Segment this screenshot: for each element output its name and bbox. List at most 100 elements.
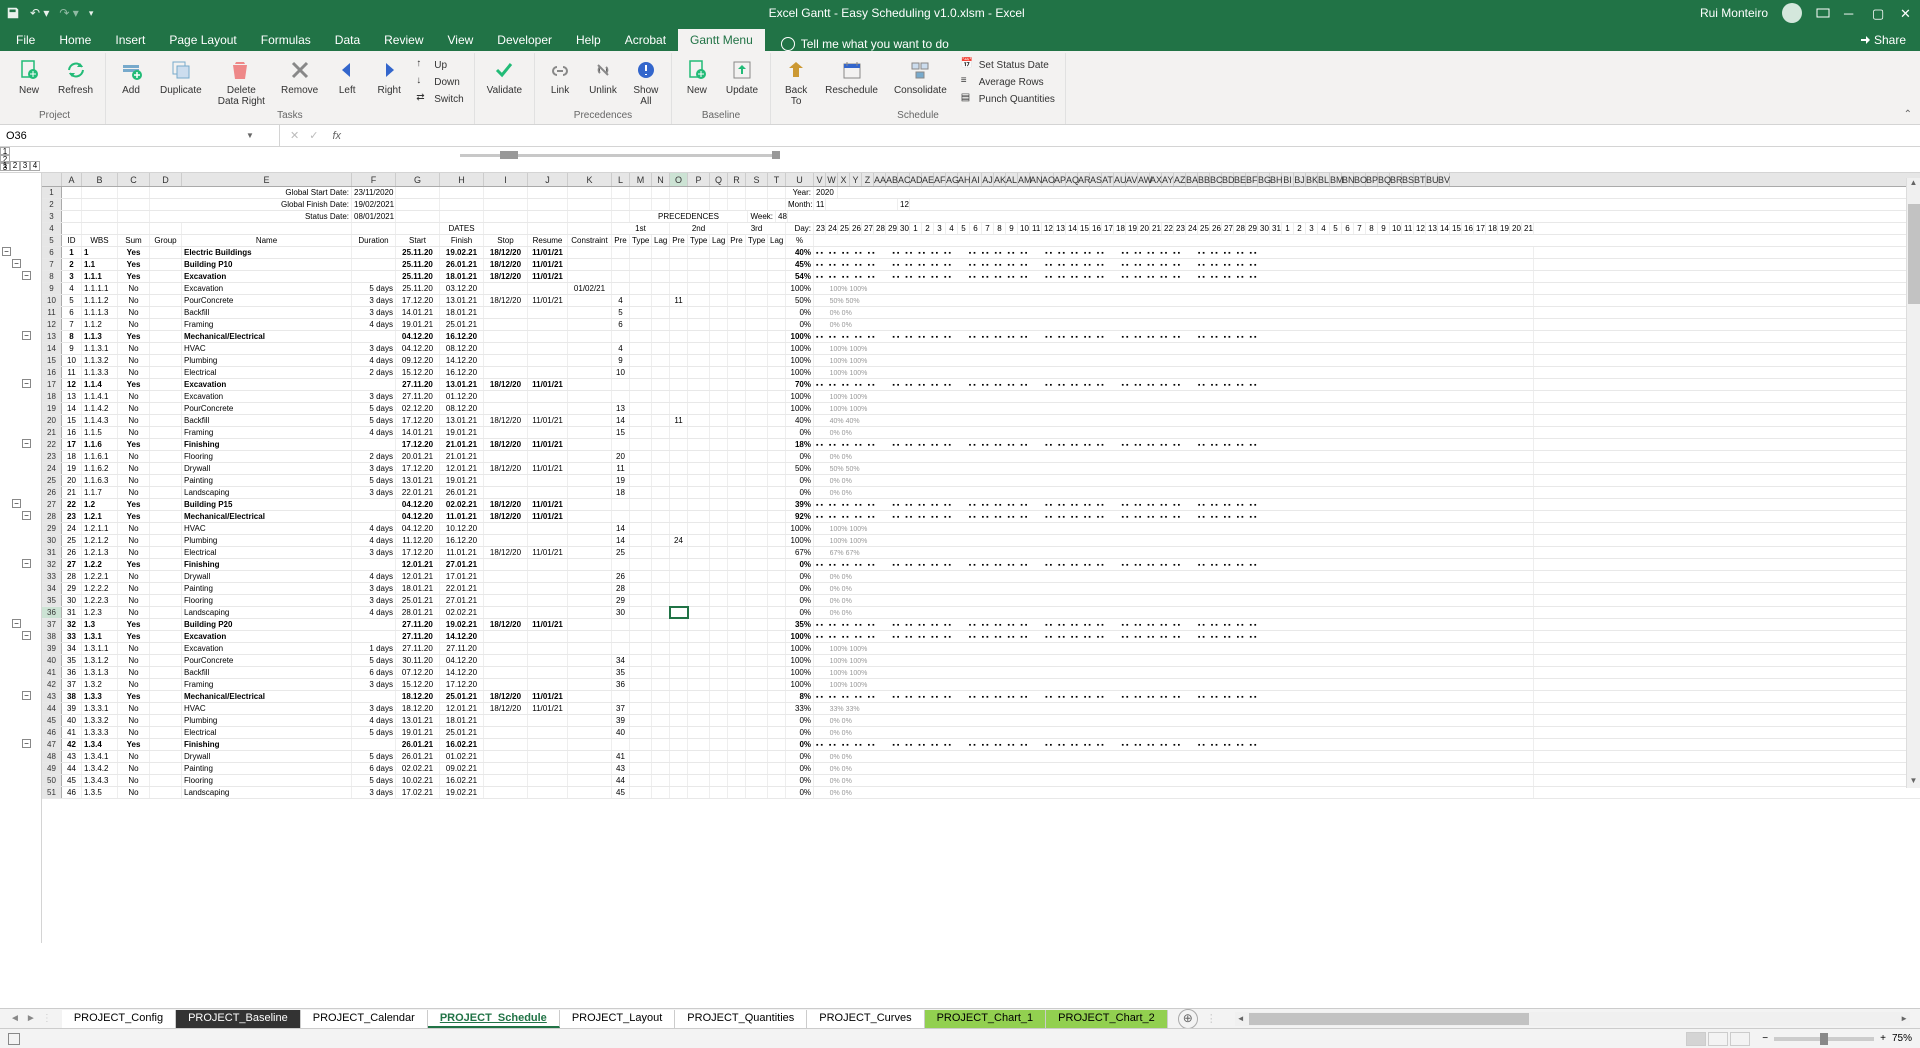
pre1-cell[interactable]: 4 (612, 343, 630, 354)
meta-cell[interactable]: Lag (710, 235, 728, 246)
pre1-cell[interactable] (612, 283, 630, 294)
meta-cell[interactable]: Type (746, 235, 768, 246)
start-cell[interactable]: 15.12.20 (396, 679, 440, 690)
stop-cell[interactable] (484, 475, 528, 486)
timeline-day[interactable]: 4 (946, 223, 958, 234)
pct-cell[interactable]: 0% (786, 451, 814, 462)
sheet-nav-first-icon[interactable]: ◄ (10, 1013, 20, 1024)
meta-cell[interactable]: 1st (612, 223, 670, 234)
lag2-cell[interactable] (710, 451, 728, 462)
constraint-cell[interactable] (568, 763, 612, 774)
new-button[interactable]: New (10, 55, 48, 98)
meta-cell[interactable] (118, 199, 150, 210)
wbs-cell[interactable]: 1.1.7 (82, 487, 118, 498)
type3-cell[interactable] (746, 751, 768, 762)
stop-cell[interactable] (484, 343, 528, 354)
lag2-cell[interactable] (710, 487, 728, 498)
pre1-cell[interactable]: 20 (612, 451, 630, 462)
id-cell[interactable]: 14 (62, 403, 82, 414)
name-cell[interactable]: HVAC (182, 523, 352, 534)
close-icon[interactable]: ✕ (1900, 6, 1914, 20)
sum-cell[interactable]: No (118, 787, 150, 798)
type1-cell[interactable] (630, 703, 652, 714)
duration-cell[interactable]: 2 days (352, 367, 396, 378)
meta-cell[interactable]: Status Date: (150, 211, 352, 222)
duration-cell[interactable] (352, 271, 396, 282)
scroll-thumb[interactable] (1908, 204, 1920, 304)
gantt-cell[interactable]: 0% 0% (814, 475, 1534, 486)
group-cell[interactable] (150, 679, 182, 690)
type2-cell[interactable] (688, 583, 710, 594)
pre1-cell[interactable] (612, 559, 630, 570)
stop-cell[interactable] (484, 523, 528, 534)
name-cell[interactable]: Building P15 (182, 499, 352, 510)
pre1-cell[interactable] (612, 271, 630, 282)
outline-collapse-button[interactable]: − (22, 379, 31, 388)
pct-cell[interactable]: 50% (786, 295, 814, 306)
gantt-cell[interactable]: 0% 0% (814, 763, 1534, 774)
duration-cell[interactable] (352, 331, 396, 342)
type3-cell[interactable] (746, 559, 768, 570)
start-cell[interactable]: 02.12.20 (396, 403, 440, 414)
lag2-cell[interactable] (710, 607, 728, 618)
row-header-13[interactable]: 13 (42, 331, 62, 342)
id-cell[interactable]: 16 (62, 427, 82, 438)
pre3-cell[interactable] (728, 703, 746, 714)
start-cell[interactable]: 27.11.20 (396, 631, 440, 642)
stop-cell[interactable] (484, 391, 528, 402)
pre1-cell[interactable]: 30 (612, 607, 630, 618)
wbs-cell[interactable]: 1.2.2.3 (82, 595, 118, 606)
pre1-cell[interactable]: 40 (612, 727, 630, 738)
duration-cell[interactable]: 3 days (352, 703, 396, 714)
type1-cell[interactable] (630, 307, 652, 318)
gantt-cell[interactable]: 50% 50% (814, 295, 1534, 306)
type1-cell[interactable] (630, 559, 652, 570)
right-button[interactable]: Right (370, 55, 408, 98)
start-cell[interactable]: 13.01.21 (396, 475, 440, 486)
col-header-K[interactable]: K (568, 173, 612, 186)
sum-cell[interactable]: No (118, 427, 150, 438)
timeline-day[interactable]: 27 (1222, 223, 1234, 234)
wbs-cell[interactable]: 1.1.6.1 (82, 451, 118, 462)
lag2-cell[interactable] (710, 415, 728, 426)
pre3-cell[interactable] (728, 271, 746, 282)
row-header-3[interactable]: 3 (42, 211, 62, 222)
wbs-cell[interactable]: 1.1.4 (82, 379, 118, 390)
group-cell[interactable] (150, 571, 182, 582)
constraint-cell[interactable] (568, 271, 612, 282)
col-header-U[interactable]: U (786, 173, 814, 186)
col-header-AY[interactable]: AY (1162, 173, 1174, 186)
lag2-cell[interactable] (710, 367, 728, 378)
stop-cell[interactable] (484, 535, 528, 546)
sum-cell[interactable]: No (118, 535, 150, 546)
sum-cell[interactable]: No (118, 703, 150, 714)
horizontal-scrollbar[interactable]: ◄ ► (1235, 1012, 1910, 1026)
name-cell[interactable]: Backfill (182, 307, 352, 318)
duration-cell[interactable]: 4 days (352, 319, 396, 330)
resume-cell[interactable]: 11/01/21 (528, 463, 568, 474)
name-cell[interactable]: Landscaping (182, 607, 352, 618)
resume-cell[interactable] (528, 283, 568, 294)
scroll-up-icon[interactable]: ▲ (1907, 178, 1920, 190)
ribbon-tab-page-layout[interactable]: Page Layout (157, 29, 248, 51)
lag3-cell[interactable] (768, 403, 786, 414)
lag2-cell[interactable] (710, 547, 728, 558)
pct-cell[interactable]: 0% (786, 559, 814, 570)
id-cell[interactable]: 22 (62, 499, 82, 510)
lag1-cell[interactable] (652, 619, 670, 630)
lag3-cell[interactable] (768, 259, 786, 270)
start-cell[interactable]: 17.12.20 (396, 547, 440, 558)
name-cell[interactable]: HVAC (182, 703, 352, 714)
timeline-day[interactable]: 24 (1186, 223, 1198, 234)
wbs-cell[interactable]: 1.1.3.1 (82, 343, 118, 354)
name-box[interactable]: ▼ (0, 125, 280, 146)
zoom-slider[interactable] (1774, 1037, 1874, 1041)
constraint-cell[interactable] (568, 439, 612, 450)
col-header-J[interactable]: J (528, 173, 568, 186)
id-cell[interactable]: 6 (62, 307, 82, 318)
sheet-tab-project_baseline[interactable]: PROJECT_Baseline (176, 1010, 301, 1028)
pre3-cell[interactable] (728, 655, 746, 666)
start-cell[interactable]: 25.11.20 (396, 271, 440, 282)
lag1-cell[interactable] (652, 379, 670, 390)
row-outline-1[interactable]: 1 (0, 147, 10, 155)
